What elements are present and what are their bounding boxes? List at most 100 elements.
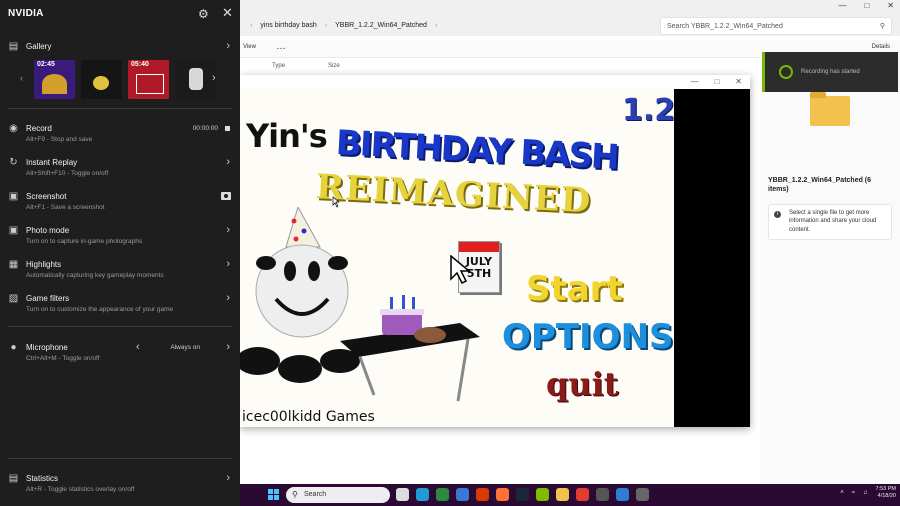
- close-icon[interactable]: ✕: [222, 5, 233, 21]
- close-icon[interactable]: ✕: [887, 1, 894, 10]
- highlights-description: Automatically capturing key gameplay mom…: [26, 272, 164, 279]
- close-icon[interactable]: ✕: [735, 77, 742, 86]
- screenshot-label: Screenshot: [26, 192, 67, 201]
- minimize-icon[interactable]: —: [838, 1, 846, 10]
- game-version: 1.2: [622, 93, 674, 128]
- chevron-right-icon[interactable]: ›: [226, 341, 230, 353]
- volume-icon[interactable]: ♫: [863, 490, 868, 496]
- app-icon[interactable]: [476, 488, 489, 501]
- statistics-shortcut: Alt+R - Toggle statistics overlay on/off: [26, 486, 135, 493]
- minimize-icon[interactable]: —: [690, 77, 698, 86]
- maximize-icon[interactable]: □: [864, 1, 869, 10]
- maximize-icon[interactable]: □: [714, 77, 719, 86]
- explorer-titlebar: — □ ✕: [240, 0, 900, 14]
- camera-icon[interactable]: [221, 192, 231, 200]
- game-window: — □ ✕ 1.2 Yin's BIRTHDAY BASH REIMAGINED: [240, 75, 750, 427]
- nvidia-icon[interactable]: [536, 488, 549, 501]
- photos-icon[interactable]: [456, 488, 469, 501]
- chevron-right-icon: ›: [226, 156, 230, 168]
- breadcrumb-item[interactable]: yins birthday bash: [260, 22, 316, 29]
- overlay-title: NVIDIA: [8, 8, 44, 19]
- microphone-icon: ●: [10, 342, 17, 353]
- instant-replay-label: Instant Replay: [26, 158, 78, 167]
- steam-icon[interactable]: [516, 488, 529, 501]
- chevron-right-icon: ›: [324, 21, 328, 29]
- gallery-thumbnail[interactable]: [81, 60, 122, 99]
- more-options-button[interactable]: …: [276, 41, 286, 52]
- column-header-size[interactable]: Size: [328, 63, 340, 69]
- mouse-cursor-icon: [332, 196, 340, 208]
- gallery-thumbnail[interactable]: 02:45: [34, 60, 75, 99]
- search-placeholder: Search YBBR_1.2.2_Win64_Patched: [667, 22, 783, 30]
- chrome-icon[interactable]: [576, 488, 589, 501]
- screenshot-row[interactable]: ▣ Screenshot Alt+F1 - Save a screenshot: [0, 188, 240, 220]
- game-title-prefix: Yin's: [246, 117, 328, 155]
- record-row[interactable]: ◉ Record Alt+F9 - Stop and save 00:00:00: [0, 120, 240, 152]
- notepad-icon[interactable]: [616, 488, 629, 501]
- photo-mode-row[interactable]: ▣ Photo mode Turn on to capture in-game …: [0, 222, 240, 254]
- gallery-next-icon[interactable]: ›: [212, 72, 216, 84]
- microphone-shortcut: Ctrl+Alt+M - Toggle on/off: [26, 355, 100, 362]
- folder-icon: [810, 92, 850, 126]
- statistics-icon: ▤: [8, 473, 19, 484]
- highlights-row[interactable]: ▦ Highlights Automatically capturing key…: [0, 256, 240, 288]
- file-explorer-icon[interactable]: [556, 488, 569, 501]
- photo-mode-icon: ▣: [8, 225, 19, 236]
- record-label: Record: [26, 124, 52, 133]
- game-letterbox: [674, 89, 750, 427]
- clock-time: 7:53 PM: [875, 486, 896, 492]
- game-filters-description: Turn on to customize the appearance of y…: [26, 306, 174, 313]
- gallery-thumbnail[interactable]: 05:40: [128, 60, 169, 99]
- taskbar-apps: [396, 488, 649, 501]
- gear-icon[interactable]: ⚙: [198, 7, 209, 21]
- instant-replay-row[interactable]: ↻ Instant Replay Alt+Shift+F10 - Toggle …: [0, 154, 240, 186]
- recording-notification: Recording has started: [762, 52, 898, 92]
- taskbar-search[interactable]: ⚲ Search: [286, 487, 390, 503]
- notification-text: Recording has started: [801, 69, 860, 75]
- gallery-thumbnail[interactable]: [175, 60, 216, 99]
- divider: [8, 326, 232, 327]
- gallery-icon: ▤: [8, 41, 19, 52]
- column-headers: Type Size: [240, 60, 760, 72]
- stop-icon[interactable]: [225, 126, 230, 131]
- task-view-icon[interactable]: [396, 488, 409, 501]
- game-filters-icon: ▧: [8, 293, 19, 304]
- windows-start-icon[interactable]: [268, 489, 279, 500]
- chevron-right-icon: ›: [434, 21, 438, 29]
- record-icon: ◉: [9, 123, 18, 134]
- chevron-up-icon[interactable]: ˄: [840, 490, 844, 496]
- chevron-left-icon[interactable]: ‹: [136, 341, 140, 353]
- microphone-row[interactable]: ● Microphone Ctrl+Alt+M - Toggle on/off …: [0, 339, 240, 371]
- breadcrumb-item[interactable]: YBBR_1.2.2_Win64_Patched: [335, 22, 427, 29]
- start-button[interactable]: Start: [526, 269, 623, 309]
- info-card: i Select a single file to get more infor…: [768, 204, 892, 240]
- chevron-right-icon: ›: [250, 21, 253, 29]
- info-text: Select a single file to get more informa…: [789, 210, 877, 233]
- replay-icon: ↻: [9, 157, 18, 168]
- wifi-icon[interactable]: ≈: [852, 490, 855, 496]
- explorer-window-controls: — □ ✕: [838, 1, 894, 10]
- gallery-prev-icon[interactable]: ‹: [20, 73, 23, 83]
- game-icon[interactable]: [636, 488, 649, 501]
- statistics-row[interactable]: ▤ Statistics Alt+R - Toggle statistics o…: [0, 470, 240, 502]
- game-filters-label: Game filters: [26, 294, 70, 303]
- search-input[interactable]: Search YBBR_1.2.2_Win64_Patched ⚲: [660, 17, 892, 35]
- taskbar: ⚲ Search ˄ ≈ ♫ 7:53 PM 4/18/20: [240, 484, 900, 506]
- xbox-icon[interactable]: [436, 488, 449, 501]
- clock[interactable]: 7:53 PM 4/18/20: [876, 486, 896, 500]
- options-button[interactable]: OPTIONS: [502, 317, 674, 357]
- chevron-right-icon: ›: [226, 292, 230, 304]
- mascot-illustration: [240, 207, 480, 402]
- details-pane: Recording has started YBBR_1.2.2_Win64_P…: [760, 48, 900, 484]
- search-icon: ⚲: [292, 490, 298, 499]
- game-window-controls: — □ ✕: [690, 77, 742, 86]
- column-header-type[interactable]: Type: [272, 63, 285, 69]
- system-tray: ˄ ≈ ♫ 7:53 PM 4/18/20: [840, 486, 896, 500]
- game-filters-row[interactable]: ▧ Game filters Turn on to customize the …: [0, 290, 240, 322]
- chevron-right-icon: ›: [226, 472, 230, 484]
- quit-button[interactable]: quit: [546, 365, 619, 403]
- firefox-icon[interactable]: [496, 488, 509, 501]
- edge-icon[interactable]: [416, 488, 429, 501]
- media-player-icon[interactable]: [596, 488, 609, 501]
- view-button[interactable]: View: [243, 44, 256, 50]
